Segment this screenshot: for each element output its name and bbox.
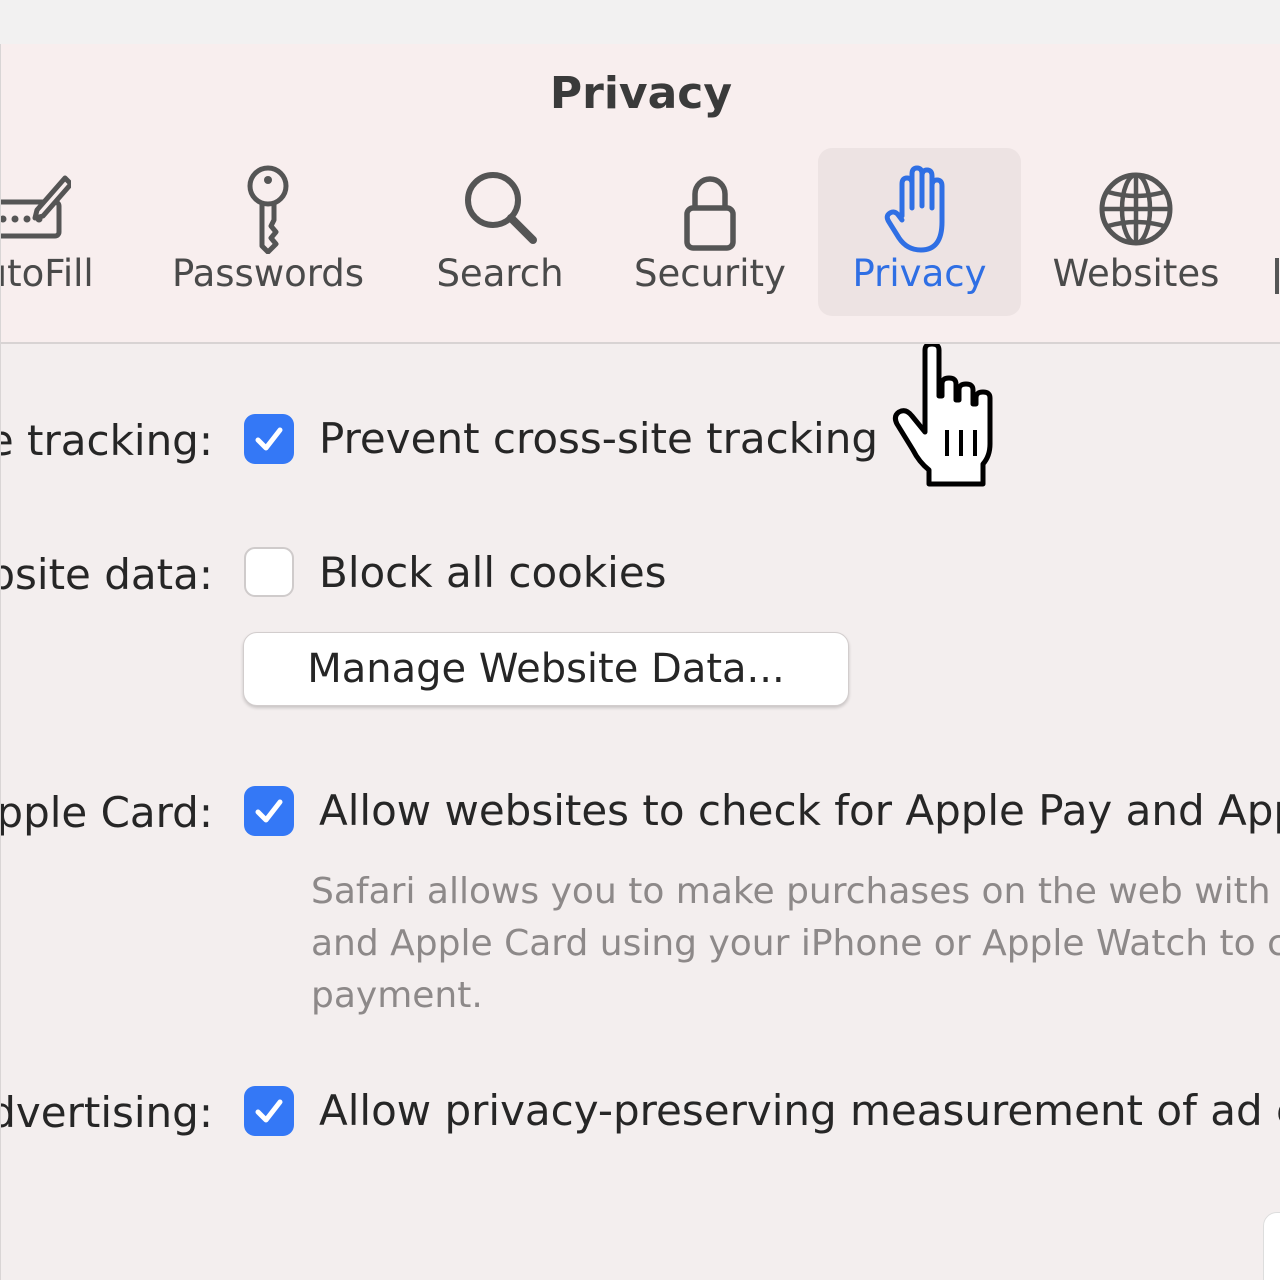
checkmark-icon <box>255 1099 283 1123</box>
lock-icon <box>684 176 736 251</box>
label-web-advertising: Web advertising: <box>1 1088 213 1137</box>
hand-icon <box>884 165 944 253</box>
tab-label-autofill: AutoFill <box>1 252 94 295</box>
preferences-toolbar: Privacy AutoFill Passwords <box>1 44 1280 344</box>
option-prevent-tracking: Prevent cross-site tracking <box>319 414 879 463</box>
magnifier-icon <box>465 172 537 244</box>
label-website-tracking: Website tracking: <box>1 416 213 465</box>
tab-label-privacy: Privacy <box>852 252 987 295</box>
tab-autofill[interactable]: AutoFill <box>1 148 131 316</box>
key-icon <box>247 165 289 254</box>
tab-websites[interactable]: Websites <box>1041 148 1231 316</box>
manage-website-data-button[interactable]: Manage Website Data... <box>243 632 849 706</box>
tab-next-partial[interactable] <box>1271 148 1280 316</box>
window-title: Privacy <box>549 68 733 119</box>
globe-icon <box>1099 172 1173 246</box>
description-line: Safari allows you to make purchases on t… <box>311 871 1280 912</box>
label-cookies: Cookies and website data: <box>1 550 213 599</box>
checkbox-apple-pay[interactable] <box>244 786 294 836</box>
tab-label-websites: Websites <box>1052 252 1220 295</box>
tab-privacy[interactable]: Privacy <box>818 148 1021 316</box>
description-line: payment. <box>311 975 483 1016</box>
checkmark-icon <box>255 799 283 823</box>
tab-label-passwords: Passwords <box>171 252 365 295</box>
title-bar <box>0 0 1280 45</box>
tab-label-security: Security <box>634 252 786 295</box>
checkbox-prevent-tracking[interactable] <box>244 414 294 464</box>
checkbox-block-cookies[interactable] <box>244 547 294 597</box>
checkmark-icon <box>255 427 283 451</box>
scroll-indicator[interactable] <box>1263 1212 1280 1280</box>
tab-passwords[interactable]: Passwords <box>161 148 375 316</box>
description-line: and Apple Card using your iPhone or Appl… <box>311 923 1280 964</box>
tab-security[interactable]: Security <box>621 148 799 316</box>
tab-search[interactable]: Search <box>425 148 575 316</box>
option-ad-measurement: Allow privacy-preserving measurement of … <box>319 1086 1280 1135</box>
pointer-hand-cursor-icon <box>892 344 993 487</box>
preferences-window: Privacy AutoFill Passwords <box>0 44 1280 1280</box>
autofill-icon <box>1 175 71 239</box>
tab-next-icon-fragment <box>1275 258 1279 294</box>
checkbox-ad-measurement[interactable] <box>244 1086 294 1136</box>
option-apple-pay: Allow websites to check for Apple Pay an… <box>319 786 1280 835</box>
label-apple-pay: Apple Pay and Apple Card: <box>1 788 213 837</box>
apple-pay-description: Safari allows you to make purchases on t… <box>311 866 1280 1022</box>
tab-label-search: Search <box>436 252 564 295</box>
option-block-cookies: Block all cookies <box>319 548 667 597</box>
